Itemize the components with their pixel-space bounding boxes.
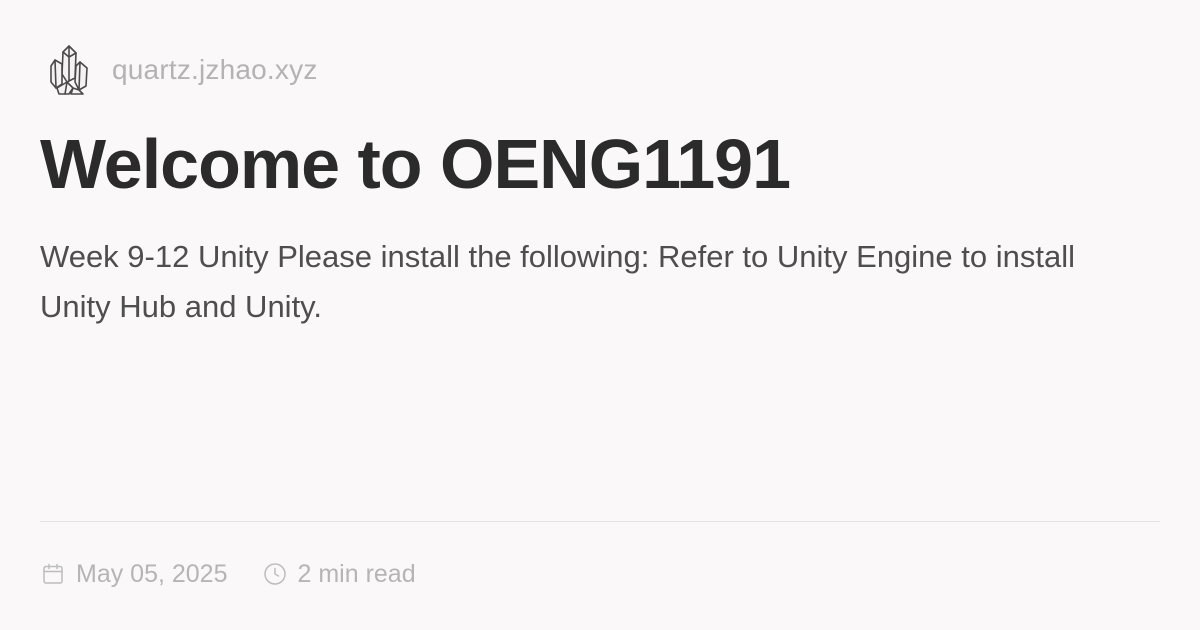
site-header: quartz.jzhao.xyz (40, 40, 318, 100)
og-preview-card: quartz.jzhao.xyz Welcome to OENG1191 Wee… (40, 0, 1160, 630)
reading-time: 2 min read (262, 560, 416, 589)
divider (40, 521, 1160, 522)
page-description: Week 9-12 Unity Please install the follo… (40, 239, 1076, 324)
page-meta: May 05, 2025 2 min read (40, 554, 416, 594)
publish-date: May 05, 2025 (40, 560, 228, 589)
clock-icon (262, 561, 288, 587)
reading-time-text: 2 min read (297, 559, 416, 588)
crystal-cluster-icon (40, 41, 98, 99)
site-name[interactable]: quartz.jzhao.xyz (112, 54, 318, 86)
page-title: Welcome to OENG1191 (40, 125, 791, 203)
publish-date-text: May 05, 2025 (76, 559, 228, 588)
calendar-icon (40, 561, 66, 587)
